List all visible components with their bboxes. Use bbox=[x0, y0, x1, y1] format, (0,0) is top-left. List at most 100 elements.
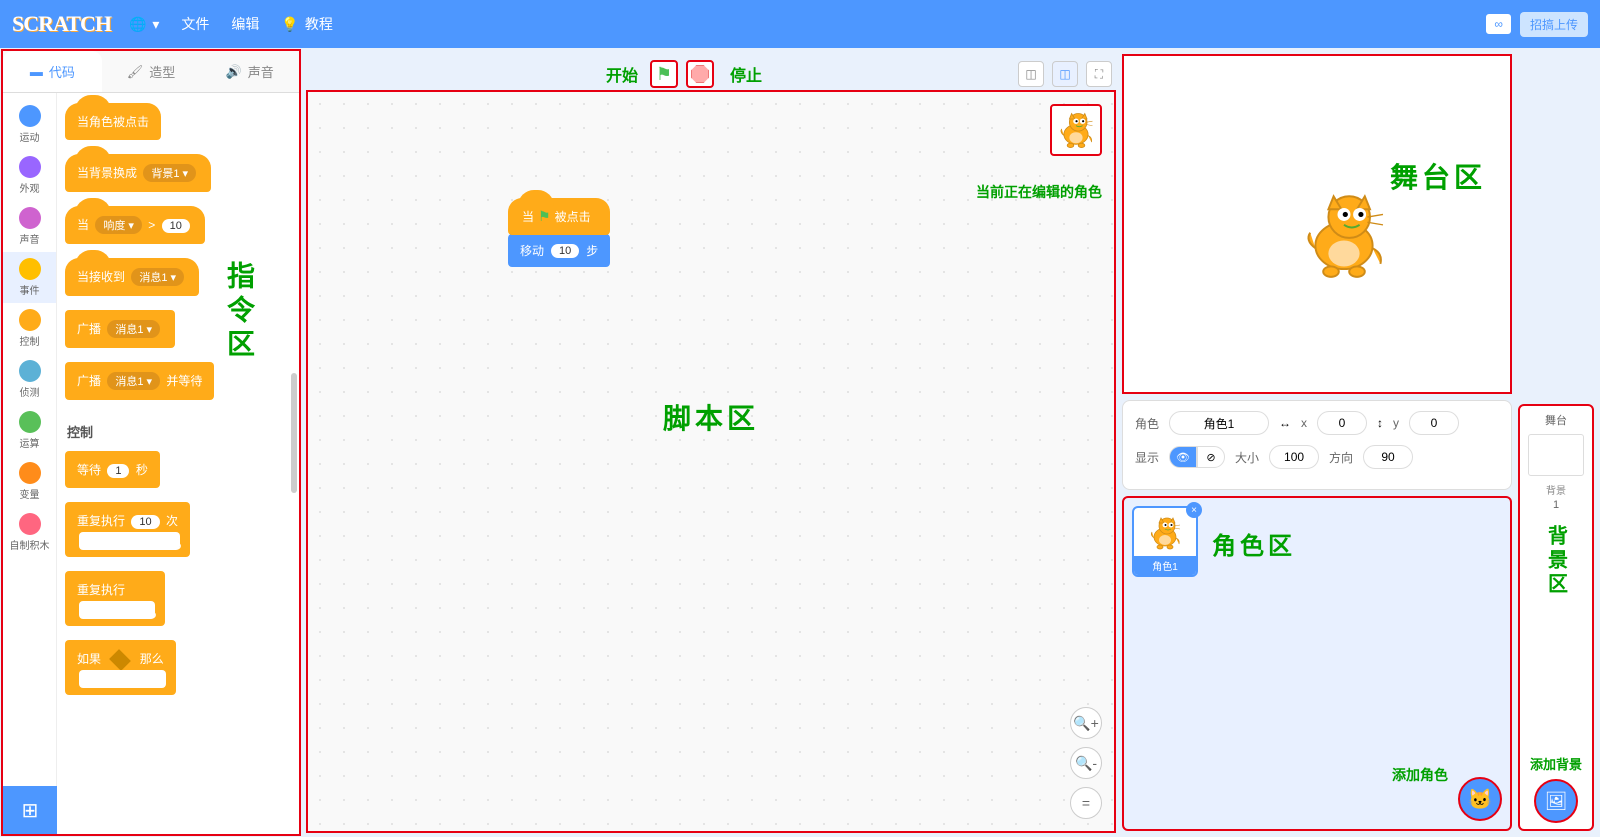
category-变量[interactable]: 变量 bbox=[3, 456, 56, 507]
zoom-out-button[interactable]: 🔍- bbox=[1070, 747, 1102, 779]
block-when-backdrop-switches[interactable]: 当背景换成 背景1 ▾ bbox=[65, 154, 211, 192]
category-控制[interactable]: 控制 bbox=[3, 303, 56, 354]
stop-button[interactable] bbox=[686, 60, 714, 88]
scrollbar[interactable] bbox=[291, 373, 297, 493]
block-wait[interactable]: 等待 1 秒 bbox=[65, 451, 160, 488]
block-label: 重复执行 bbox=[77, 514, 125, 528]
tab-sounds-label: 声音 bbox=[248, 62, 274, 81]
category-运动[interactable]: 运动 bbox=[3, 99, 56, 150]
size-input[interactable] bbox=[1269, 445, 1319, 469]
stage-sprite-cat[interactable] bbox=[1292, 183, 1396, 294]
block-when-sprite-clicked[interactable]: 当角色被点击 bbox=[65, 103, 161, 140]
green-flag-button[interactable]: ⚑ bbox=[650, 60, 678, 88]
block-forever[interactable]: 重复执行↻ bbox=[65, 571, 165, 626]
stage[interactable]: 舞台区 bbox=[1122, 54, 1512, 394]
x-label: x bbox=[1301, 416, 1307, 430]
category-label: 运动 bbox=[20, 129, 40, 144]
category-dot bbox=[19, 411, 41, 433]
stage-thumbnail[interactable] bbox=[1528, 434, 1584, 476]
block-label2: 那么 bbox=[140, 652, 164, 666]
category-自制积木[interactable]: 自制积木 bbox=[3, 507, 56, 558]
current-sprite-thumb bbox=[1050, 104, 1102, 156]
block-label: 等待 bbox=[77, 463, 101, 477]
category-dot bbox=[19, 105, 41, 127]
script-canvas[interactable]: 当前正在编辑的角色 当 ⚑ 被点击 移动 10 步 脚本区 🔍+ 🔍- = bbox=[306, 90, 1116, 833]
category-外观[interactable]: 外观 bbox=[3, 150, 56, 201]
block-label: 当 bbox=[77, 218, 89, 232]
input-pill[interactable]: 10 bbox=[551, 244, 579, 258]
loop-arrow-icon: ↻ bbox=[173, 540, 182, 553]
tab-code[interactable]: ▬代码 bbox=[3, 51, 102, 92]
category-dot bbox=[19, 462, 41, 484]
language-menu[interactable]: 🌐 ▾ bbox=[129, 16, 159, 33]
dropdown[interactable]: 消息1 ▾ bbox=[131, 268, 184, 286]
unit: 秒 bbox=[136, 463, 148, 477]
block-if-then[interactable]: 如果 那么 bbox=[65, 640, 176, 695]
block-when-receive[interactable]: 当接收到 消息1 ▾ bbox=[65, 258, 199, 296]
cloud-button[interactable]: ∞ bbox=[1485, 13, 1512, 35]
block-repeat[interactable]: 重复执行 10 次 ↻ bbox=[65, 502, 190, 557]
category-声音[interactable]: 声音 bbox=[3, 201, 56, 252]
dropdown-arrow: ▾ bbox=[152, 16, 159, 33]
stage-large-button[interactable]: ◫ bbox=[1052, 61, 1078, 87]
delete-sprite-button[interactable]: × bbox=[1186, 502, 1202, 518]
stop-icon bbox=[691, 65, 709, 83]
block-label: 当 bbox=[522, 208, 534, 225]
tab-costumes[interactable]: 🖌造型 bbox=[102, 51, 201, 92]
tutorials-label: 教程 bbox=[305, 14, 333, 34]
hide-button[interactable]: ⊘ bbox=[1197, 446, 1225, 468]
edit-menu[interactable]: 编辑 bbox=[231, 14, 259, 34]
input-pill[interactable]: 10 bbox=[162, 219, 190, 233]
file-menu[interactable]: 文件 bbox=[181, 14, 209, 34]
category-dot bbox=[19, 309, 41, 331]
show-button[interactable]: 👁 bbox=[1169, 446, 1197, 468]
add-sprite-button[interactable]: 🐱 bbox=[1458, 777, 1502, 821]
direction-input[interactable] bbox=[1363, 445, 1413, 469]
annotation-add-bg: 添加背景 bbox=[1530, 754, 1582, 773]
editor-tabs: ▬代码 🖌造型 🔊声音 bbox=[3, 51, 299, 93]
annotation-current-sprite: 当前正在编辑的角色 bbox=[976, 182, 1102, 202]
add-backdrop-button[interactable]: 🖼 bbox=[1534, 779, 1578, 823]
blocks-palette[interactable]: 当角色被点击 当背景换成 背景1 ▾ 当 响度 ▾ > 10 当接收到 消息1 … bbox=[57, 93, 299, 834]
cat-icon bbox=[1145, 513, 1185, 553]
input-pill[interactable]: 1 bbox=[107, 464, 129, 478]
hex-slot[interactable] bbox=[109, 649, 131, 671]
sprite-card[interactable]: × 角色1 bbox=[1132, 506, 1198, 577]
sprite-name-input[interactable] bbox=[1169, 411, 1269, 435]
add-extension-button[interactable]: ⊞ bbox=[3, 786, 57, 834]
category-label: 变量 bbox=[20, 486, 40, 501]
zoom-reset-button[interactable]: = bbox=[1070, 787, 1102, 819]
x-input[interactable] bbox=[1317, 411, 1367, 435]
block-broadcast[interactable]: 广播 消息1 ▾ bbox=[65, 310, 175, 348]
script-stack[interactable]: 当 ⚑ 被点击 移动 10 步 bbox=[508, 198, 610, 267]
zoom-in-button[interactable]: 🔍+ bbox=[1070, 707, 1102, 739]
unit: 次 bbox=[166, 514, 178, 528]
category-label: 外观 bbox=[20, 180, 40, 195]
category-事件[interactable]: 事件 bbox=[3, 252, 56, 303]
block-label: 当接收到 bbox=[77, 270, 125, 284]
block-broadcast-wait[interactable]: 广播 消息1 ▾ 并等待 bbox=[65, 362, 214, 400]
dropdown[interactable]: 消息1 ▾ bbox=[107, 320, 160, 338]
tutorials-menu[interactable]: 💡 教程 bbox=[281, 14, 332, 34]
category-侦测[interactable]: 侦测 bbox=[3, 354, 56, 405]
tab-sounds[interactable]: 🔊声音 bbox=[200, 51, 299, 92]
block-when-flag-clicked[interactable]: 当 ⚑ 被点击 bbox=[508, 198, 610, 235]
category-label: 侦测 bbox=[20, 384, 40, 399]
annotation-instruction-area: 指令区 bbox=[219, 261, 259, 363]
dropdown[interactable]: 响度 ▾ bbox=[95, 216, 142, 234]
dropdown[interactable]: 消息1 ▾ bbox=[107, 372, 160, 390]
xy-icon: ↔ bbox=[1279, 416, 1291, 430]
input-pill[interactable]: 10 bbox=[131, 515, 159, 529]
stage-small-button[interactable]: ◫ bbox=[1018, 61, 1044, 87]
unit: 步 bbox=[586, 242, 598, 259]
y-input[interactable] bbox=[1409, 411, 1459, 435]
dropdown[interactable]: 背景1 ▾ bbox=[143, 164, 196, 182]
upload-button[interactable]: 招搞上传 bbox=[1520, 12, 1588, 37]
stage-full-button[interactable]: ⛶ bbox=[1086, 61, 1112, 87]
block-when-loudness[interactable]: 当 响度 ▾ > 10 bbox=[65, 206, 205, 244]
category-column: 运动外观声音事件控制侦测运算变量自制积木 bbox=[3, 93, 57, 834]
loop-arrow-icon: ↻ bbox=[148, 609, 157, 622]
show-label: 显示 bbox=[1135, 449, 1159, 466]
block-move-steps[interactable]: 移动 10 步 bbox=[508, 234, 610, 267]
category-运算[interactable]: 运算 bbox=[3, 405, 56, 456]
